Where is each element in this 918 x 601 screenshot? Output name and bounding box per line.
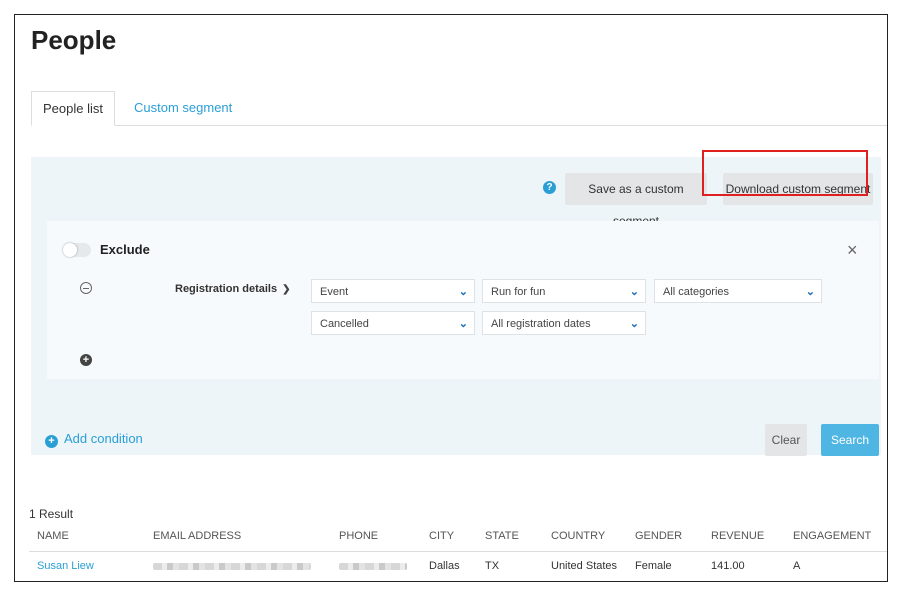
add-rule-icon[interactable]: +: [80, 354, 92, 366]
chevron-down-icon: ⌄: [805, 286, 815, 298]
column-header-phone[interactable]: PHONE: [339, 521, 378, 551]
remove-rule-icon[interactable]: [80, 282, 92, 294]
city-cell: Dallas: [429, 560, 460, 572]
tab-bar: People list Custom segment: [31, 91, 887, 126]
registration-date-select[interactable]: All registration dates ⌄: [482, 311, 646, 335]
save-custom-segment-button[interactable]: Save as a custom segment: [565, 173, 707, 228]
plus-circle-icon: +: [45, 435, 58, 448]
column-header-revenue[interactable]: REVENUE: [711, 521, 764, 551]
table-row: Susan Liew Dallas TX United States Femal…: [29, 551, 887, 581]
gender-cell: Female: [635, 560, 672, 572]
add-condition-label: Add condition: [64, 431, 143, 446]
download-custom-segment-button[interactable]: Download custom segment: [723, 173, 873, 205]
phone-cell: [339, 551, 407, 581]
column-header-engagement[interactable]: ENGAGEMENT: [793, 521, 871, 551]
column-header-name[interactable]: NAME: [37, 521, 69, 551]
chevron-down-icon: ❯: [282, 284, 291, 295]
revenue-cell: 141.00: [711, 560, 745, 572]
category-select[interactable]: All categories ⌄: [654, 279, 822, 303]
column-header-country[interactable]: COUNTRY: [551, 521, 605, 551]
condition-box: Exclude × Registration details ❯ Event ⌄ …: [47, 221, 879, 379]
people-page: People People list Custom segment ? Save…: [14, 14, 888, 582]
search-button[interactable]: Search: [821, 424, 879, 456]
question-circle-icon[interactable]: ?: [543, 181, 556, 194]
toggle-knob: [63, 243, 77, 257]
event-select[interactable]: Event ⌄: [311, 279, 475, 303]
redacted-phone: [339, 562, 407, 570]
status-select[interactable]: Cancelled ⌄: [311, 311, 475, 335]
chevron-down-icon: ⌄: [458, 318, 468, 330]
select-value: All registration dates: [491, 318, 591, 330]
page-title: People: [31, 25, 117, 55]
event-name-select[interactable]: Run for fun ⌄: [482, 279, 646, 303]
chevron-down-icon: ⌄: [629, 286, 639, 298]
state-cell: TX: [485, 560, 500, 572]
chevron-down-icon: ⌄: [629, 318, 639, 330]
select-value: Event: [320, 286, 349, 298]
person-name-link[interactable]: Susan Liew: [37, 551, 94, 581]
tab-custom-segment[interactable]: Custom segment: [123, 91, 243, 125]
results-count: 1 Result: [29, 507, 74, 521]
segment-builder-panel: ? Save as a custom segment Download cust…: [31, 157, 881, 456]
select-value: Cancelled: [320, 318, 369, 330]
tab-people-list[interactable]: People list: [31, 91, 115, 126]
field-selector[interactable]: Registration details ❯: [175, 283, 290, 295]
results-table-header: NAME EMAIL ADDRESS PHONE CITY STATE COUN…: [29, 521, 887, 552]
select-value: All categories: [663, 286, 730, 298]
column-header-state[interactable]: STATE: [485, 521, 519, 551]
field-selector-label: Registration details: [175, 283, 278, 295]
exclude-toggle[interactable]: [63, 243, 91, 257]
clear-button[interactable]: Clear: [765, 424, 807, 456]
chevron-down-icon: ⌄: [458, 286, 468, 298]
engagement-cell: A: [793, 560, 801, 572]
country-cell: United States: [551, 560, 618, 572]
add-condition-link[interactable]: + Add condition: [45, 431, 143, 448]
column-header-city[interactable]: CITY: [429, 521, 454, 551]
redacted-email: [153, 562, 311, 570]
column-header-gender[interactable]: GENDER: [635, 521, 682, 551]
select-value: Run for fun: [491, 286, 546, 298]
exclude-label: Exclude: [100, 242, 150, 257]
column-header-email[interactable]: EMAIL ADDRESS: [153, 521, 241, 551]
close-icon[interactable]: ×: [847, 241, 858, 259]
email-cell: [153, 551, 311, 581]
